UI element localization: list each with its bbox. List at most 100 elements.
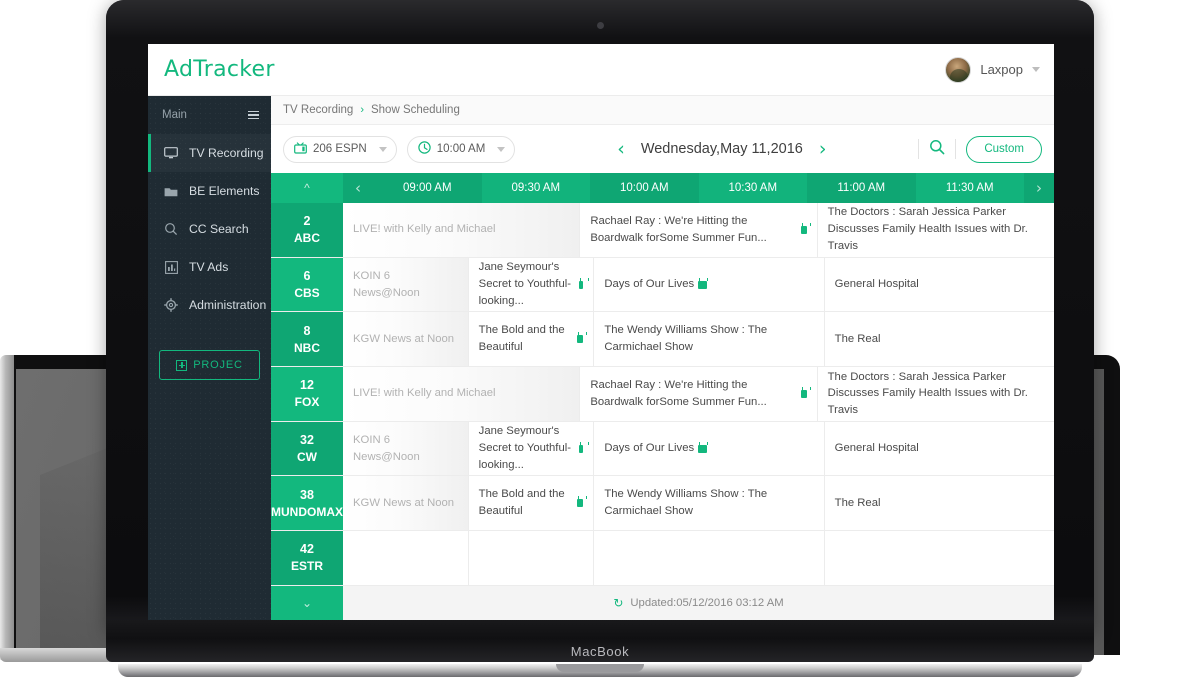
refresh-icon[interactable]: ↻ — [613, 596, 623, 610]
sidebar-item-be-elements[interactable]: BE Elements — [148, 172, 271, 210]
program-cell[interactable]: KOIN 6 News@Noon — [343, 257, 469, 312]
program-cell[interactable]: KGW News at Noon — [343, 476, 469, 531]
channel-cell[interactable]: 12 FOX — [271, 367, 343, 421]
program-title: KOIN 6 News@Noon — [353, 433, 420, 463]
program-cell[interactable]: LIVE! with Kelly and Michael — [343, 203, 581, 257]
program-cell[interactable]: The Bold and the Beautiful — [469, 476, 595, 531]
date-navigator: ‹ Wednesday,May 11,2016 › — [617, 139, 827, 159]
program-cell[interactable]: KOIN 6 News@Noon — [343, 421, 469, 476]
time-slot-header[interactable]: 11:30 AM — [915, 173, 1024, 203]
channel-cell[interactable]: 38 MUNDOMAX — [271, 476, 343, 531]
sidebar-item-tv-recording[interactable]: TV Recording — [148, 134, 271, 172]
chart-icon — [162, 260, 180, 274]
program-cell[interactable]: The Doctors : Sarah Jessica Parker Discu… — [818, 203, 1054, 257]
program-title: KOIN 6 News@Noon — [353, 269, 420, 299]
table-row: 6 CBS KOIN 6 News@Noon Jane Seymour's Secre… — [271, 257, 1054, 313]
channel-cell[interactable]: 32 CW — [271, 421, 343, 476]
program-cell[interactable]: General Hospital — [825, 422, 1054, 476]
program-cell[interactable] — [343, 531, 469, 585]
program-cell[interactable]: LIVE! with Kelly and Michael — [343, 367, 581, 421]
sidebar-item-cc-search[interactable]: CC Search — [148, 210, 271, 248]
scroll-up-button[interactable]: ^ — [271, 173, 343, 203]
scroll-down-button[interactable]: ⌄ — [271, 586, 343, 620]
divider — [955, 139, 957, 159]
chevron-left-icon[interactable]: ‹ — [343, 173, 373, 203]
program-title: The Bold and the Beautiful — [478, 488, 565, 518]
program-cell[interactable]: Rachael Ray : We're Hitting the Boardwal… — [580, 203, 818, 257]
chevron-left-icon[interactable]: ‹ — [617, 139, 625, 159]
channel-number: 42 — [300, 542, 314, 557]
channel-number: 32 — [300, 433, 314, 448]
program-cells — [343, 531, 1054, 585]
program-cell[interactable]: KGW News at Noon — [343, 312, 469, 367]
program-cell[interactable]: The Wendy Williams Show : The Carmichael… — [594, 312, 825, 367]
time-slot-header[interactable]: 09:00 AM — [373, 173, 482, 203]
chevron-down-icon[interactable] — [497, 146, 506, 152]
recording-badge-icon — [576, 332, 588, 344]
time-filter-dropdown[interactable]: 10:00 AM — [406, 135, 516, 163]
channel-network: MUNDOMAX — [271, 504, 343, 519]
chevron-down-icon[interactable] — [1032, 67, 1040, 72]
program-cell[interactable] — [594, 531, 825, 585]
breadcrumb-item-1[interactable]: TV Recording — [283, 104, 353, 116]
breadcrumb-item-2[interactable]: Show Scheduling — [371, 104, 460, 116]
program-cell[interactable]: Days of Our Lives — [594, 257, 825, 312]
user-menu[interactable]: Laxpop — [945, 56, 1040, 83]
recording-badge-icon — [579, 277, 590, 289]
gear-icon — [162, 298, 180, 312]
program-cell[interactable]: The Bold and the Beautiful — [469, 312, 595, 367]
program-title: The Doctors : Sarah Jessica Parker Discu… — [827, 206, 1028, 253]
channel-cell[interactable]: 6 CBS — [271, 257, 343, 312]
tablet-left-edge — [0, 355, 14, 660]
channel-filter-dropdown[interactable]: 206 ESPN — [283, 135, 397, 163]
new-project-button[interactable]: PROJEC — [159, 350, 260, 380]
sidebar-item-label: TV Recording — [189, 146, 264, 160]
program-cell[interactable]: The Wendy Williams Show : The Carmichael… — [594, 476, 825, 531]
chevron-down-icon[interactable] — [378, 146, 387, 152]
search-icon[interactable] — [929, 139, 945, 160]
program-cell[interactable]: The Doctors : Sarah Jessica Parker Discu… — [818, 367, 1054, 421]
program-title: The Real — [834, 496, 881, 509]
time-slot-header[interactable]: 11:00 AM — [807, 173, 916, 203]
program-cell[interactable]: The Real — [825, 476, 1054, 530]
program-title: LIVE! with Kelly and Michael — [353, 387, 496, 400]
program-cell[interactable] — [469, 531, 595, 585]
program-cell[interactable]: General Hospital — [825, 258, 1054, 312]
program-cell[interactable]: Jane Seymour's Secret to Youthful-lookin… — [469, 257, 595, 312]
channel-network: ABC — [294, 231, 320, 246]
channel-network: CW — [297, 449, 317, 464]
table-row: 42 ESTR — [271, 531, 1054, 586]
hamburger-icon[interactable] — [248, 110, 259, 120]
program-cell[interactable]: Days of Our Lives — [594, 421, 825, 476]
channel-cell[interactable]: 2 ABC — [271, 203, 343, 257]
grid-footer: ⌄ ↻ Updated:05/12/2016 03:12 AM — [271, 586, 1054, 620]
chevron-right-icon[interactable]: › — [819, 139, 827, 159]
app-logo[interactable]: AdTracker — [164, 57, 275, 82]
time-slot-header[interactable]: 09:30 AM — [481, 173, 590, 203]
program-cell[interactable]: Rachael Ray : We're Hitting the Boardwal… — [580, 367, 818, 421]
chevron-right-icon[interactable]: › — [1024, 173, 1054, 203]
time-slot-header[interactable]: 10:00 AM — [590, 173, 699, 203]
channel-cell[interactable]: 42 ESTR — [271, 531, 343, 585]
recording-badge-icon — [576, 496, 588, 508]
program-title: The Wendy Williams Show : The Carmichael… — [604, 324, 768, 354]
sidebar-item-administration[interactable]: Administration — [148, 286, 271, 324]
channel-cell[interactable]: 8 NBC — [271, 312, 343, 367]
channel-network: ESTR — [290, 559, 323, 574]
program-title: KGW News at Noon — [353, 332, 455, 345]
custom-button[interactable]: Custom — [966, 135, 1042, 163]
program-title: LIVE! with Kelly and Michael — [353, 223, 496, 236]
avatar — [945, 56, 972, 83]
channel-network: CBS — [294, 285, 320, 300]
sidebar-item-label: BE Elements — [189, 184, 260, 198]
time-slot-header[interactable]: 10:30 AM — [698, 173, 807, 203]
program-title: The Doctors : Sarah Jessica Parker Discu… — [827, 370, 1028, 417]
sidebar-item-tv-ads[interactable]: TV Ads — [148, 248, 271, 286]
schedule-grid: ^ ‹ 09:00 AM 09:30 AM 10:00 AM 10:30 AM … — [271, 173, 1054, 620]
program-cell[interactable]: Jane Seymour's Secret to Youthful-lookin… — [469, 421, 595, 476]
search-icon — [162, 222, 180, 236]
table-row: 8 NBC KGW News at Noon The Bold and the Bea… — [271, 312, 1054, 368]
program-cell[interactable] — [825, 531, 1054, 585]
webcam-icon — [596, 22, 604, 29]
program-cell[interactable]: The Real — [825, 312, 1054, 366]
